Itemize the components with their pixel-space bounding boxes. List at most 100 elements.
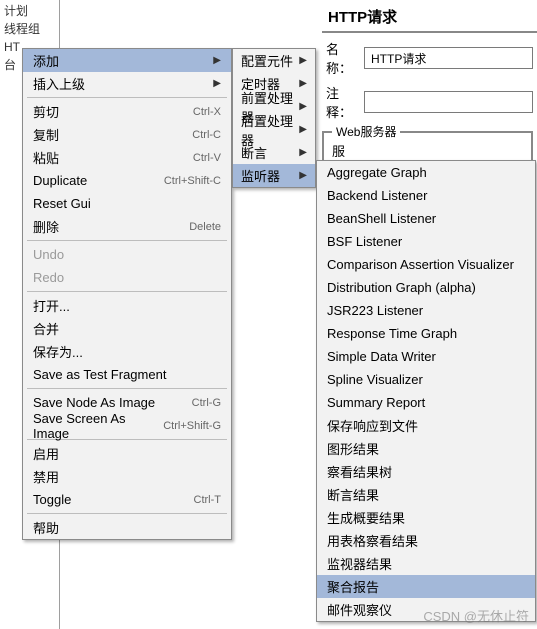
menu-item-shortcut: Ctrl-X [193,106,221,118]
menu-item[interactable]: Comparison Assertion Visualizer [317,253,535,276]
context-menu: 添加▶插入上级▶剪切Ctrl-X复制Ctrl-C粘贴Ctrl-VDuplicat… [22,48,232,540]
menu-item-label: 断言结果 [327,485,379,504]
menu-separator [27,513,227,514]
menu-item-label: BeanShell Listener [327,211,436,226]
menu-item-label: 添加 [33,51,207,70]
menu-item[interactable]: 插入上级 ▶ [23,72,231,95]
menu-item[interactable]: 监视器结果 [317,552,535,575]
menu-item[interactable]: 保存响应到文件 [317,414,535,437]
menu-item[interactable]: 察看结果树 [317,460,535,483]
menu-item[interactable]: BSF Listener [317,230,535,253]
menu-item[interactable]: 启用 [23,442,231,465]
menu-item-label: 复制 [33,125,192,144]
menu-item-label: 邮件观察仪 [327,600,392,619]
menu-item-label: Save Screen As Image [33,411,163,441]
menu-item-label: 合并 [33,319,221,338]
menu-item[interactable]: 用表格察看结果 [317,529,535,552]
menu-item-label: Save as Test Fragment [33,367,221,382]
menu-item[interactable]: 添加 ▶ [23,49,231,72]
menu-item[interactable]: 帮助 [23,516,231,539]
menu-item[interactable]: 复制Ctrl-C [23,123,231,146]
chevron-right-icon: ▶ [299,124,307,135]
menu-item-shortcut: Ctrl-T [194,494,222,506]
menu-item-label: Aggregate Graph [327,165,427,180]
menu-item[interactable]: BeanShell Listener [317,207,535,230]
menu-item[interactable]: 图形结果 [317,437,535,460]
menu-item-label: Save Node As Image [33,395,192,410]
menu-item[interactable]: Spline Visualizer [317,368,535,391]
menu-item[interactable]: 监听器▶ [233,164,315,187]
menu-item: Redo [23,266,231,289]
menu-item-label: Distribution Graph (alpha) [327,280,476,295]
submenu-add: 配置元件▶定时器▶前置处理器▶后置处理器▶断言▶监听器▶ [232,48,316,188]
menu-item-shortcut: Ctrl-C [192,129,221,141]
menu-item[interactable]: 保存为... [23,340,231,363]
chevron-right-icon: ▶ [299,55,307,66]
menu-item-label: 保存为... [33,342,221,361]
menu-item-label: Simple Data Writer [327,349,436,364]
menu-item[interactable]: 生成概要结果 [317,506,535,529]
comment-label: 注释： [326,83,364,121]
menu-item[interactable]: Simple Data Writer [317,345,535,368]
menu-item-label: Toggle [33,492,194,507]
menu-item-shortcut: Ctrl+Shift-G [163,420,221,432]
tree-item[interactable]: 线程组 [4,20,55,38]
menu-item-label: Response Time Graph [327,326,457,341]
menu-item[interactable]: Save Screen As ImageCtrl+Shift-G [23,414,231,437]
menu-item[interactable]: 合并 [23,317,231,340]
chevron-right-icon: ▶ [213,78,221,89]
menu-item[interactable]: 断言▶ [233,141,315,164]
menu-item-label: 禁用 [33,467,221,486]
menu-item[interactable]: Response Time Graph [317,322,535,345]
menu-item-label: 配置元件 [241,51,299,70]
menu-item[interactable]: 剪切Ctrl-X [23,100,231,123]
menu-item-label: Backend Listener [327,188,427,203]
menu-item-label: 帮助 [33,518,221,537]
menu-item-label: Comparison Assertion Visualizer [327,257,514,272]
menu-item[interactable]: 配置元件▶ [233,49,315,72]
menu-separator [27,291,227,292]
menu-item-shortcut: Delete [189,221,221,233]
menu-item-label: 用表格察看结果 [327,531,418,550]
menu-item[interactable]: DuplicateCtrl+Shift-C [23,169,231,192]
chevron-right-icon: ▶ [299,170,307,181]
menu-item[interactable]: 邮件观察仪 [317,598,535,621]
menu-item[interactable]: Backend Listener [317,184,535,207]
chevron-right-icon: ▶ [213,55,221,66]
menu-item[interactable]: 后置处理器▶ [233,118,315,141]
menu-item[interactable]: ToggleCtrl-T [23,488,231,511]
menu-item-label: 保存响应到文件 [327,416,418,435]
menu-item[interactable]: JSR223 Listener [317,299,535,322]
menu-item[interactable]: 聚合报告 [317,575,535,598]
menu-item[interactable]: 粘贴Ctrl-V [23,146,231,169]
menu-item[interactable]: 断言结果 [317,483,535,506]
chevron-right-icon: ▶ [299,147,307,158]
menu-item-label: 监听器 [241,166,299,185]
menu-item-label: 断言 [241,143,299,162]
menu-item-label: Duplicate [33,173,164,188]
submenu-listener: Aggregate Graph Backend Listener BeanShell… [316,160,536,622]
menu-item[interactable]: 禁用 [23,465,231,488]
menu-item[interactable]: Aggregate Graph [317,161,535,184]
menu-item[interactable]: Reset Gui [23,192,231,215]
name-label: 名称： [326,39,364,77]
name-input[interactable] [364,47,533,69]
menu-item[interactable]: 删除Delete [23,215,231,238]
menu-item-label: Summary Report [327,395,425,410]
menu-item-shortcut: Ctrl+Shift-C [164,175,221,187]
menu-item[interactable]: 打开... [23,294,231,317]
web-server-legend: Web服务器 [332,123,400,140]
tree-item[interactable]: 计划 [4,2,55,20]
comment-input[interactable] [364,91,533,113]
menu-item[interactable]: Summary Report [317,391,535,414]
panel-title: HTTP请求 [322,4,537,33]
menu-item[interactable]: Distribution Graph (alpha) [317,276,535,299]
menu-item-label: BSF Listener [327,234,402,249]
menu-item-label: 启用 [33,444,221,463]
menu-item-shortcut: Ctrl-V [193,152,221,164]
menu-item-label: 插入上级 [33,74,207,93]
menu-item[interactable]: Save as Test Fragment [23,363,231,386]
menu-separator [27,388,227,389]
chevron-right-icon: ▶ [299,78,307,89]
chevron-right-icon: ▶ [299,101,307,112]
